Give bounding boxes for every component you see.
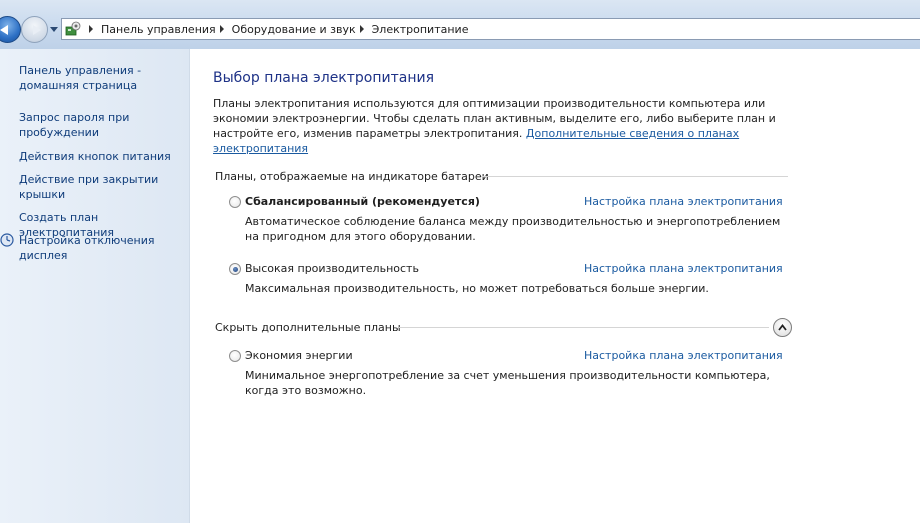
address-toolbar: Панель управления Оборудование и звук Эл… [0,0,920,49]
plan-high-performance-radio[interactable] [229,263,241,275]
breadcrumb-power-options[interactable]: Электропитание [372,23,469,36]
collapse-plans-button[interactable] [773,318,792,337]
sidebar-item-power-buttons[interactable]: Действия кнопок питания [19,149,187,164]
sidebar-item-wake-password[interactable]: Запрос пароля при пробуждении [19,110,187,140]
sidebar-item-home[interactable]: Панель управления - домашняя страница [19,63,187,93]
sidebar-item-display-off[interactable]: Настройка отключения дисплея [19,233,187,263]
plan-balanced-description: Автоматическое соблюдение баланса между … [245,215,781,243]
display-clock-icon [0,233,14,247]
address-bar[interactable]: Панель управления Оборудование и звук Эл… [61,18,920,40]
plan-power-saver-settings-link[interactable]: Настройка плана электропитания [584,349,783,362]
page-description: Планы электропитания используются для оп… [213,96,793,156]
plan-power-saver-radio[interactable] [229,350,241,362]
chevron-up-icon [778,324,787,331]
breadcrumb-separator-icon[interactable] [89,25,93,33]
breadcrumb-separator-icon[interactable] [359,25,364,33]
control-panel-icon [65,21,81,36]
group-header-hidden-plans[interactable]: Скрыть дополнительные планы [215,321,401,334]
plan-high-performance-name[interactable]: Высокая производительность [245,262,419,275]
plan-high-performance-description: Максимальная производительность, но може… [245,282,709,295]
plan-power-saver-description: Минимальное энергопотребление за счет ум… [245,369,770,397]
plan-balanced-name[interactable]: Сбалансированный (рекомендуется) [245,195,480,208]
recent-pages-dropdown[interactable] [50,27,58,32]
group-divider [399,327,769,328]
left-nav-pane: Панель управления - домашняя страница За… [0,49,190,523]
group-divider [481,176,788,177]
plan-balanced-radio[interactable] [229,196,241,208]
breadcrumb-hardware-sound[interactable]: Оборудование и звук [232,23,356,36]
plan-high-performance-settings-link[interactable]: Настройка плана электропитания [584,262,783,275]
plan-power-saver-name[interactable]: Экономия энергии [245,349,353,362]
page-title: Выбор плана электропитания [213,70,435,86]
sidebar-item-lid-close[interactable]: Действие при закрытии крышки [19,172,187,202]
breadcrumb-separator-icon[interactable] [219,25,224,33]
forward-button[interactable] [21,16,48,43]
group-header-battery-plans: Планы, отображаемые на индикаторе батаре… [215,170,489,183]
back-button[interactable] [0,16,21,43]
plan-balanced-settings-link[interactable]: Настройка плана электропитания [584,195,783,208]
breadcrumb-control-panel[interactable]: Панель управления [101,23,216,36]
